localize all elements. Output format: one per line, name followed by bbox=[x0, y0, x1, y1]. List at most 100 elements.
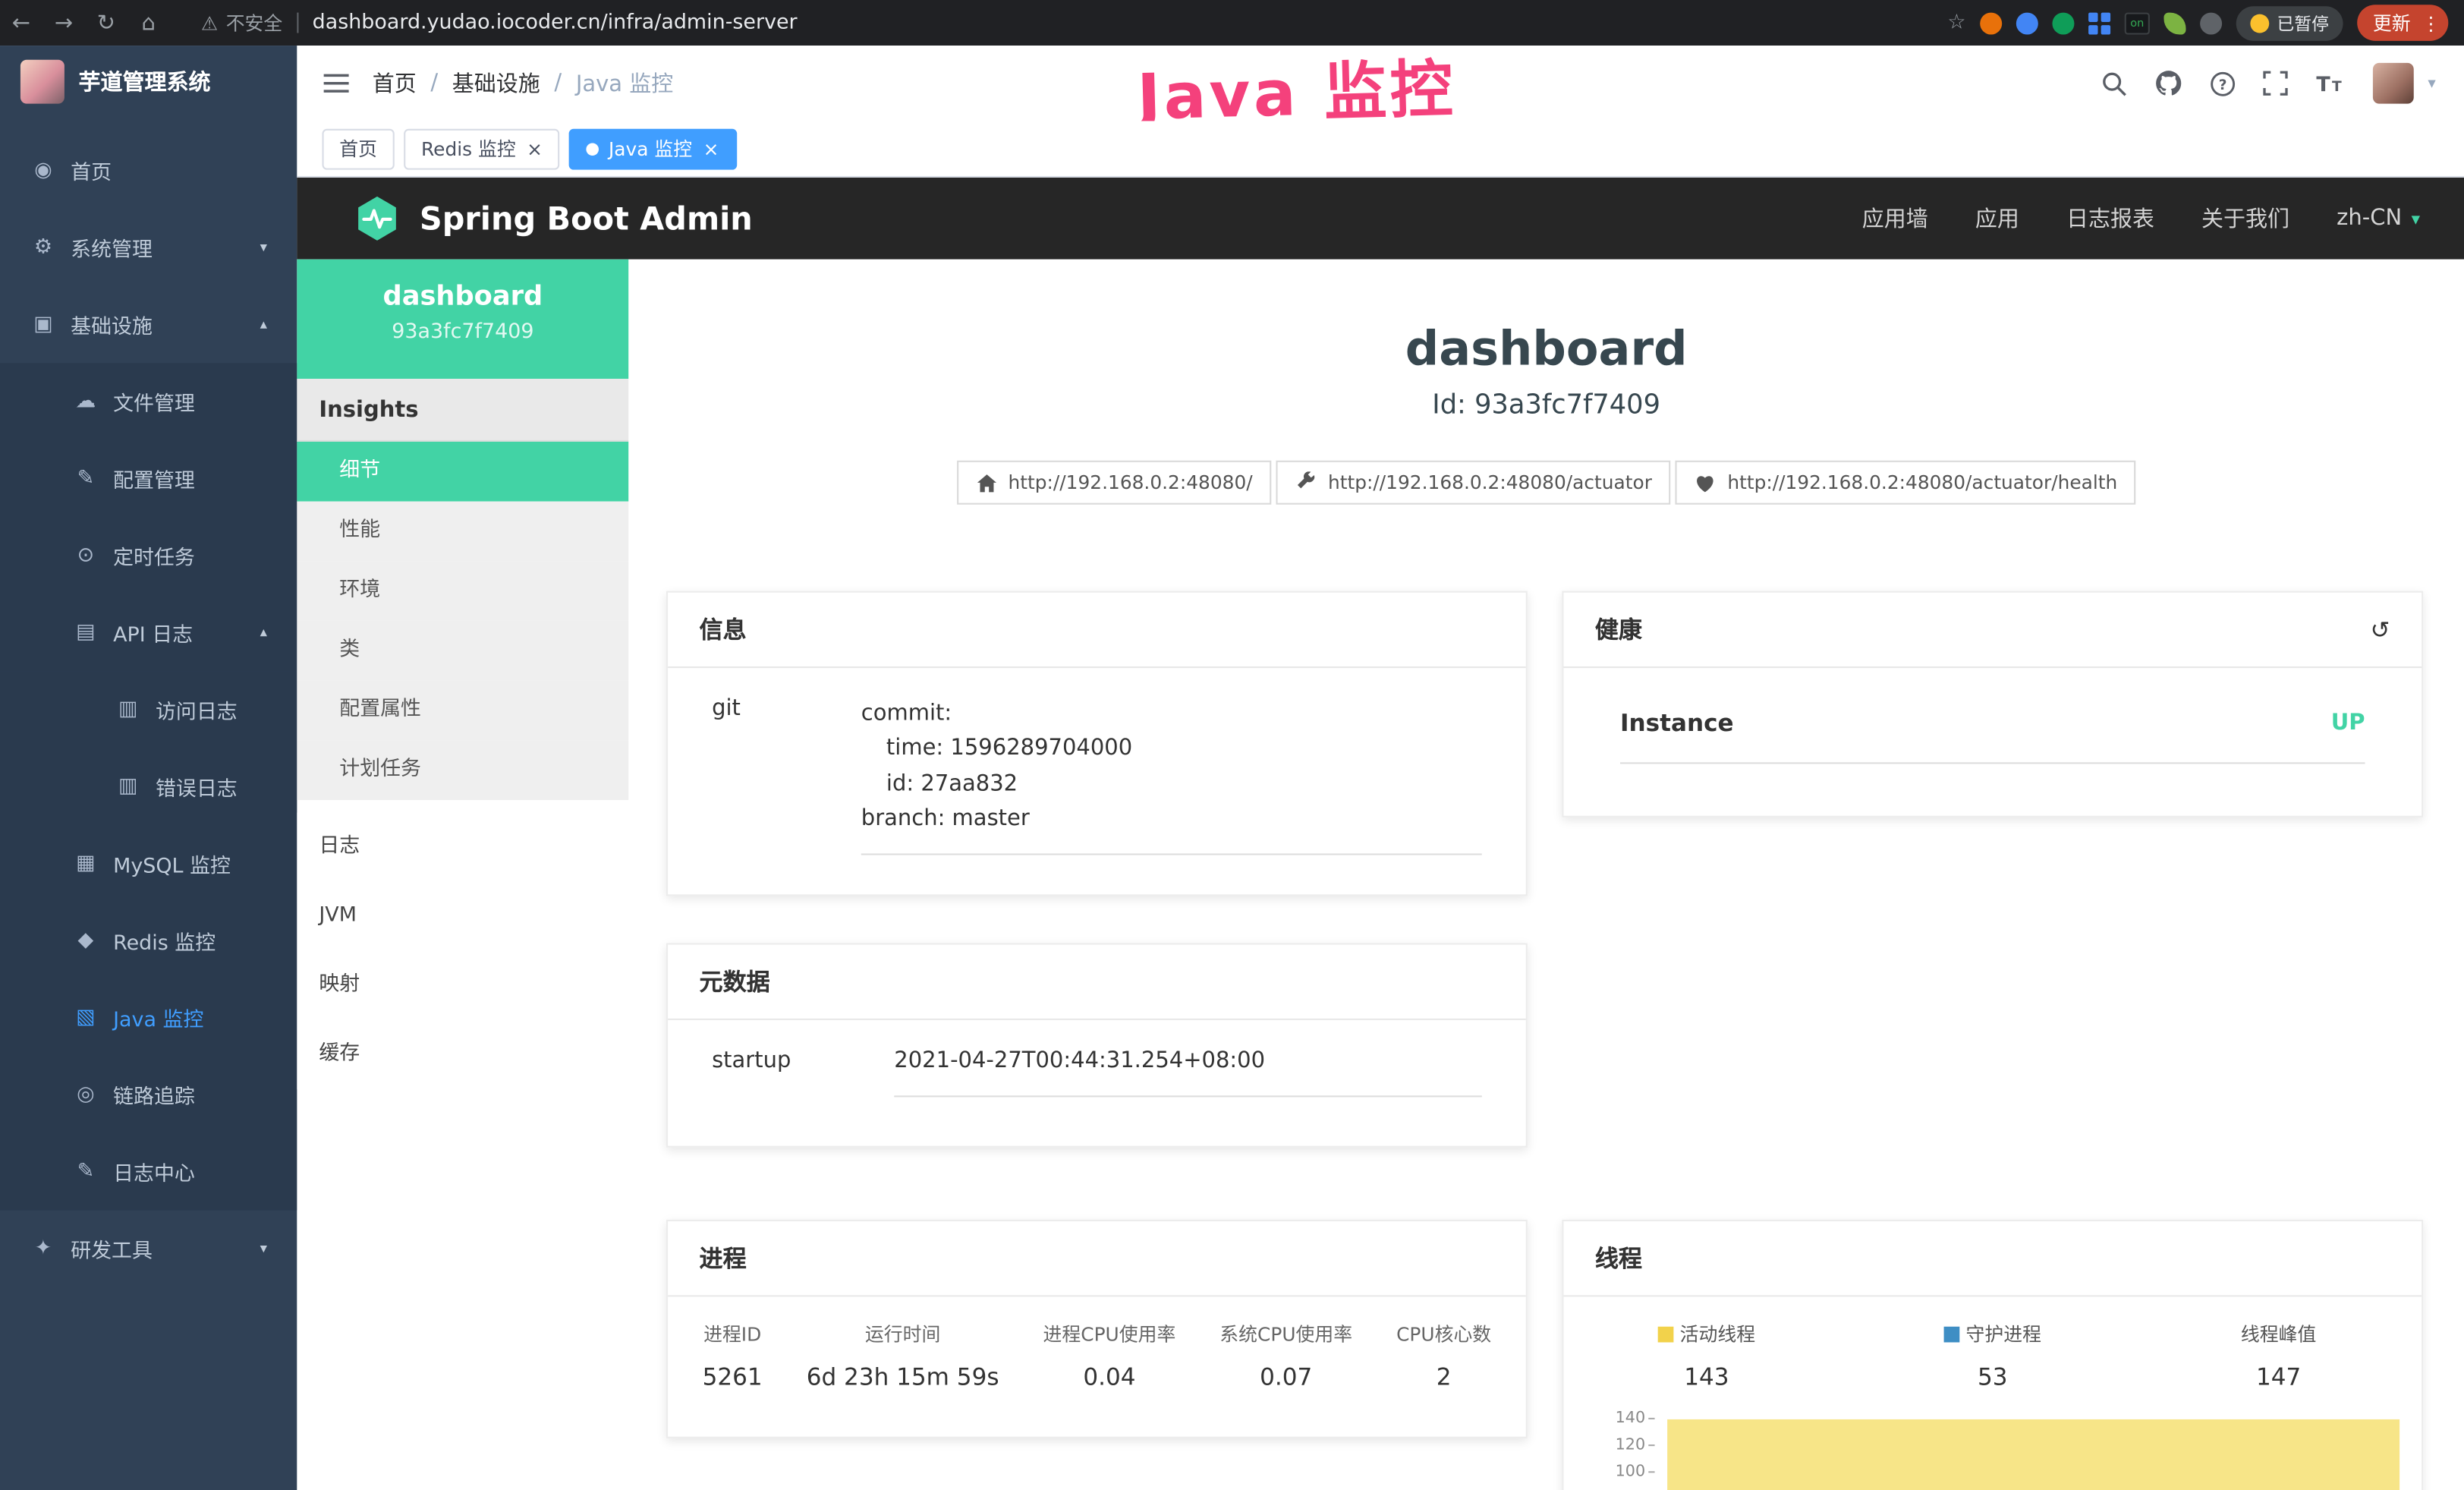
sba-side-item-logs[interactable]: 日志 bbox=[297, 813, 628, 882]
sidebar-item-file-mgmt[interactable]: ☁ 文件管理 bbox=[0, 363, 297, 439]
tab-home[interactable]: 首页 bbox=[323, 128, 395, 169]
extension-icon-leaf[interactable] bbox=[2163, 12, 2186, 34]
sba-side-item-mappings[interactable]: 映射 bbox=[297, 951, 628, 1020]
breadcrumb-infrastructure[interactable]: 基础设施 bbox=[452, 68, 540, 99]
instance-header[interactable]: dashboard 93a3fc7f7409 bbox=[297, 260, 628, 379]
info-key: git bbox=[712, 696, 861, 854]
browser-menu-icon[interactable]: ⋮ bbox=[2422, 12, 2440, 34]
sidebar-item-redis-monitor[interactable]: ◆ Redis 监控 bbox=[0, 903, 297, 979]
sba-side-item-classes[interactable]: 类 bbox=[297, 621, 628, 681]
health-row: Instance UP bbox=[1620, 709, 2365, 764]
sba-side-item-config-props[interactable]: 配置属性 bbox=[297, 681, 628, 741]
sidebar-item-error-logs[interactable]: ▥ 错误日志 bbox=[0, 748, 297, 825]
sba-nav-about[interactable]: 关于我们 bbox=[2201, 203, 2289, 234]
blue-swatch-icon bbox=[1944, 1326, 1960, 1342]
sidebar-item-scheduled-tasks[interactable]: ⊙ 定时任务 bbox=[0, 517, 297, 594]
legend-live-threads: 活动线程 143 bbox=[1563, 1320, 1849, 1391]
close-icon[interactable]: × bbox=[527, 137, 543, 159]
sba-nav-journal[interactable]: 日志报表 bbox=[2066, 203, 2154, 234]
legend-value: 143 bbox=[1563, 1362, 1849, 1391]
tag-bar: 首页 Redis 监控 × Java 监控 × bbox=[297, 121, 2464, 178]
app-header: 首页 / 基础设施 / Java 监控 Java 监控 ? bbox=[297, 46, 2464, 121]
page-title: dashboard bbox=[628, 323, 2464, 377]
timer-icon: ⊙ bbox=[74, 543, 97, 567]
metadata-card: 元数据 startup 2021-04-27T00:44:31.254+08:0… bbox=[666, 943, 1528, 1147]
sidebar-item-config-mgmt[interactable]: ✎ 配置管理 bbox=[0, 440, 297, 517]
address-bar[interactable]: ⚠ 不安全 dashboard.yudao.iocoder.cn/infra/a… bbox=[201, 9, 798, 36]
extension-icon-puzzle[interactable] bbox=[2200, 12, 2222, 34]
extension-icon-on-switch[interactable]: on bbox=[2125, 12, 2150, 34]
sba-title: Spring Boot Admin bbox=[420, 200, 753, 238]
extension-icon-orange[interactable] bbox=[1980, 12, 2002, 34]
extension-icon-grid[interactable] bbox=[2088, 12, 2110, 34]
database-icon: ▦ bbox=[74, 852, 97, 875]
fullscreen-icon[interactable] bbox=[2263, 71, 2288, 96]
link-label: http://192.168.0.2:48080/actuator bbox=[1328, 471, 1652, 493]
browser-home-icon[interactable]: ⌂ bbox=[127, 10, 170, 35]
tab-redis-monitor[interactable]: Redis 监控 × bbox=[404, 128, 560, 169]
sba-nav-wallboard[interactable]: 应用墙 bbox=[1862, 203, 1928, 234]
sba-side-item-details[interactable]: 细节 bbox=[297, 442, 628, 502]
sidebar-item-home[interactable]: ◉ 首页 bbox=[0, 132, 297, 209]
service-url-link[interactable]: http://192.168.0.2:48080/ bbox=[956, 461, 1271, 505]
browser-chrome: ← → ↻ ⌂ ⚠ 不安全 dashboard.yudao.iocoder.cn… bbox=[0, 0, 2464, 46]
extension-icon-green[interactable] bbox=[2052, 12, 2074, 34]
github-icon[interactable] bbox=[2154, 69, 2182, 97]
sba-side-item-jvm[interactable]: JVM bbox=[297, 882, 628, 951]
sidebar-item-api-logs[interactable]: ▤ API 日志 ▴ bbox=[0, 594, 297, 671]
sidebar-item-log-center[interactable]: ✎ 日志中心 bbox=[0, 1133, 297, 1210]
ytick-100: 100 bbox=[1601, 1463, 1654, 1481]
sidebar-gap bbox=[297, 800, 628, 813]
sidebar-item-infrastructure[interactable]: ▣ 基础设施 ▴ bbox=[0, 286, 297, 363]
ytick-140: 140 bbox=[1601, 1410, 1654, 1428]
browser-forward-icon[interactable]: → bbox=[42, 10, 85, 35]
sba-side-item-scheduled[interactable]: 计划任务 bbox=[297, 740, 628, 800]
bookmark-star-icon[interactable]: ☆ bbox=[1947, 11, 1965, 34]
avatar-caret-icon[interactable]: ▾ bbox=[2428, 74, 2435, 92]
sidebar-item-mysql-monitor[interactable]: ▦ MySQL 监控 bbox=[0, 825, 297, 902]
update-button[interactable]: 更新 ⋮ bbox=[2357, 5, 2448, 41]
breadcrumb-current: Java 监控 bbox=[576, 68, 673, 99]
sba-side-item-environment[interactable]: 环境 bbox=[297, 561, 628, 621]
sba-side-item-caches[interactable]: 缓存 bbox=[297, 1020, 628, 1089]
paused-badge[interactable]: 已暂停 bbox=[2236, 5, 2343, 40]
font-size-icon[interactable]: T T bbox=[2315, 71, 2346, 96]
link-label: http://192.168.0.2:48080/ bbox=[1009, 471, 1253, 493]
breadcrumb-home[interactable]: 首页 bbox=[373, 68, 417, 99]
history-icon[interactable]: ↺ bbox=[2371, 616, 2390, 644]
legend-value: 53 bbox=[1849, 1362, 2135, 1391]
infrastructure-icon: ▣ bbox=[31, 313, 55, 336]
sba-side-item-metrics[interactable]: 性能 bbox=[297, 502, 628, 562]
health-url-link[interactable]: http://192.168.0.2:48080/actuator/health bbox=[1676, 461, 2136, 505]
stat-label: 进程ID bbox=[703, 1320, 763, 1347]
sidebar-item-dev-tools[interactable]: ✦ 研发工具 ▾ bbox=[0, 1211, 297, 1287]
svg-text:T: T bbox=[2332, 79, 2342, 95]
heartbeat-icon bbox=[1695, 472, 1717, 493]
close-icon[interactable]: × bbox=[703, 137, 719, 159]
warning-icon: ⚠ bbox=[201, 12, 218, 34]
tab-java-monitor[interactable]: Java 监控 × bbox=[569, 128, 736, 169]
logo-avatar bbox=[20, 60, 65, 104]
browser-back-icon[interactable]: ← bbox=[0, 10, 42, 35]
extension-icon-blue-drop[interactable] bbox=[2016, 12, 2038, 34]
metadata-key: startup bbox=[712, 1048, 894, 1097]
actuator-url-link[interactable]: http://192.168.0.2:48080/actuator bbox=[1276, 461, 1671, 505]
search-icon[interactable] bbox=[2101, 70, 2128, 96]
breadcrumb-separator: / bbox=[430, 71, 438, 96]
locale-selector[interactable]: zh-CN ▾ bbox=[2337, 206, 2420, 231]
browser-refresh-icon[interactable]: ↻ bbox=[85, 10, 127, 35]
help-icon[interactable]: ? bbox=[2209, 70, 2236, 96]
sidebar-fold-icon[interactable] bbox=[297, 72, 372, 94]
sidebar-item-access-logs[interactable]: ▥ 访问日志 bbox=[0, 671, 297, 748]
app-logo[interactable]: 芋道管理系统 bbox=[0, 46, 297, 118]
chevron-down-icon: ▾ bbox=[260, 240, 267, 256]
java-monitor-icon: ▧ bbox=[74, 1006, 97, 1029]
sba-nav-applications[interactable]: 应用 bbox=[1975, 203, 2019, 234]
stat-process-cpu: 进程CPU使用率 0.04 bbox=[1043, 1320, 1176, 1391]
sidebar-item-java-monitor[interactable]: ▧ Java 监控 bbox=[0, 979, 297, 1056]
sidebar-item-label: 日志中心 bbox=[113, 1157, 195, 1186]
user-avatar[interactable] bbox=[2373, 63, 2414, 104]
sidebar-item-tracing[interactable]: ◎ 链路追踪 bbox=[0, 1057, 297, 1133]
insights-group-header: Insights bbox=[297, 379, 628, 442]
sidebar-item-system-mgmt[interactable]: ⚙ 系统管理 ▾ bbox=[0, 209, 297, 285]
